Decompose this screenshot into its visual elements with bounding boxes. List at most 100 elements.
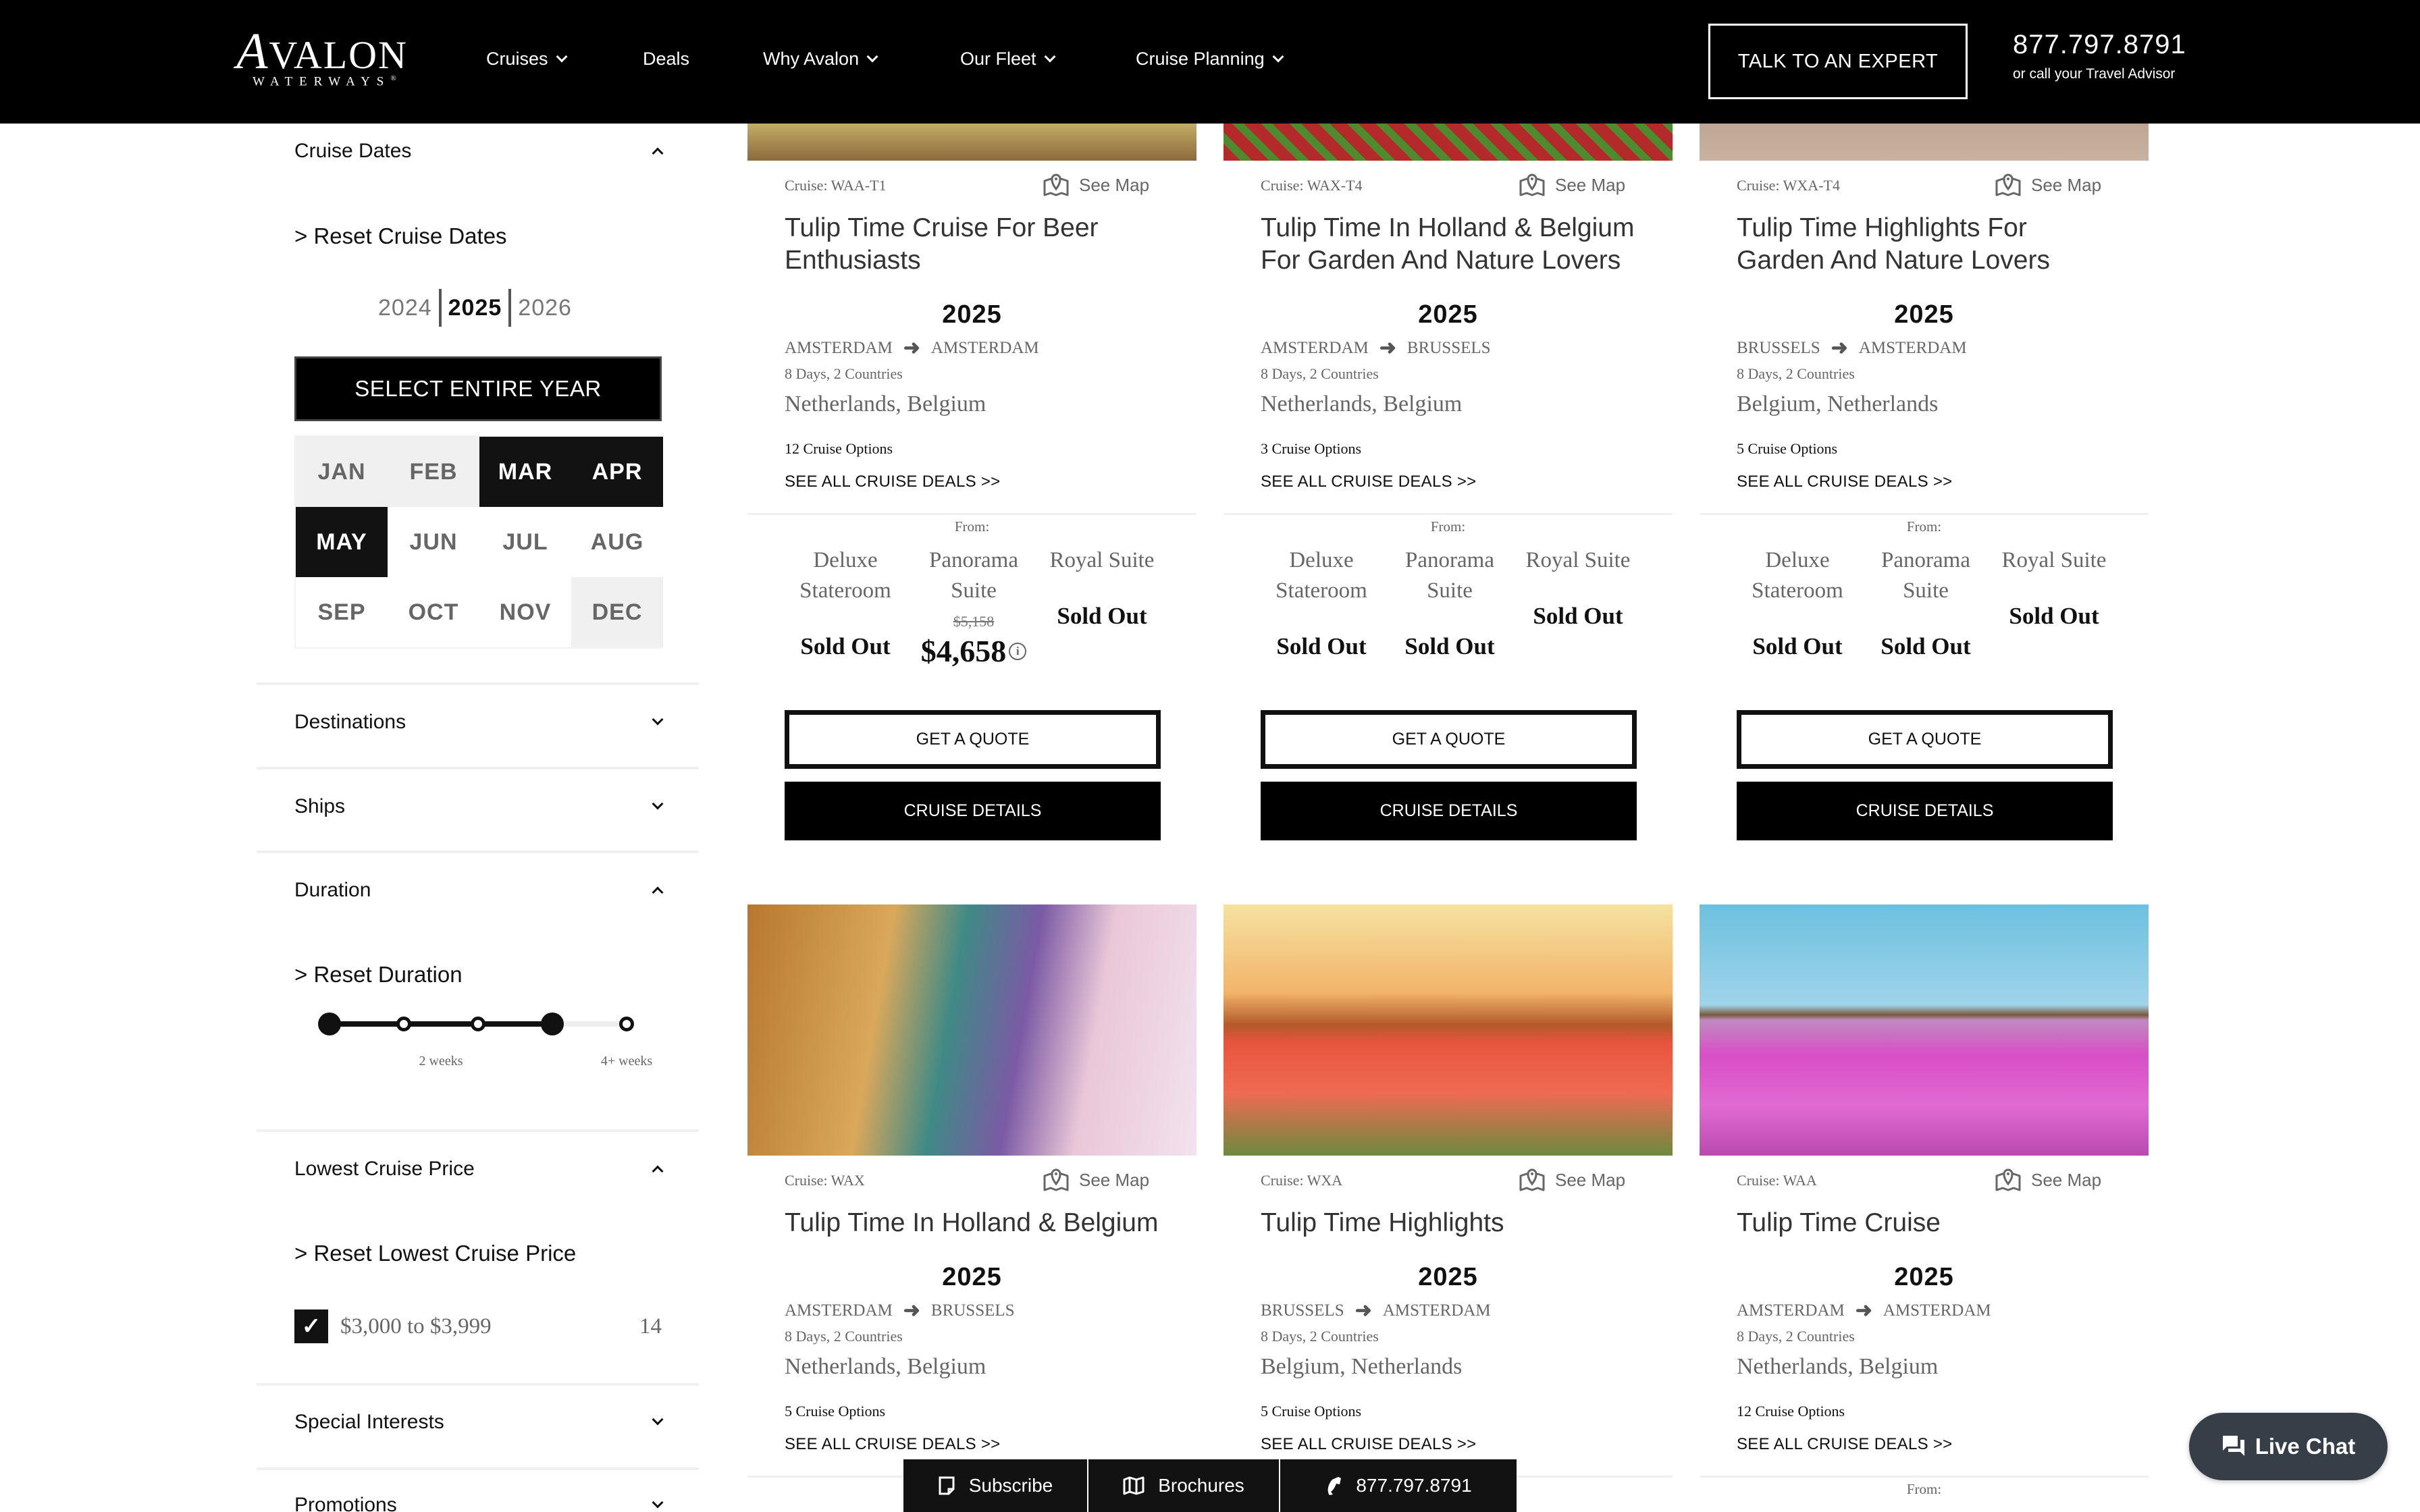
- cruise-card: Cruise: WAA See Map Tulip Time Cruise 2025 A…: [1700, 0, 2149, 1512]
- nav-why-avalon[interactable]: Why Avalon: [763, 49, 878, 70]
- route-from: AMSTERDAM: [785, 1301, 893, 1320]
- cruise-image[interactable]: [1224, 905, 1673, 1156]
- slider-step-dot[interactable]: [619, 1017, 634, 1031]
- header-phone[interactable]: 877.797.8791: [2013, 30, 2186, 60]
- cruise-duration: 8 Days, 2 Countries: [1737, 1328, 1855, 1345]
- cruise-route: AMSTERDAM ➜ AMSTERDAM: [1737, 1299, 1991, 1322]
- year-2026[interactable]: 2026: [511, 295, 579, 321]
- reset-cruise-dates-link[interactable]: > Reset Cruise Dates: [294, 223, 507, 249]
- avalon-logo[interactable]: AVALON WATERWAYS®: [236, 23, 419, 94]
- checkbox-checked-icon[interactable]: ✓: [294, 1310, 328, 1343]
- month-nov[interactable]: NOV: [479, 577, 571, 647]
- see-map-link[interactable]: See Map: [1995, 1168, 2101, 1192]
- chevron-down-icon: [1272, 51, 1284, 62]
- chevron-down-icon: [652, 1413, 664, 1426]
- route-to: AMSTERDAM: [1883, 1301, 1991, 1320]
- month-jul[interactable]: JUL: [479, 507, 571, 577]
- filter-duration-header[interactable]: Duration: [294, 879, 664, 902]
- cruise-route: AMSTERDAM ➜ BRUSSELS: [785, 1299, 1015, 1322]
- arrow-right-icon: ➜: [1354, 1299, 1372, 1322]
- month-may[interactable]: MAY: [296, 507, 388, 577]
- see-all-deals-link[interactable]: SEE ALL CRUISE DEALS >>: [1261, 1435, 1477, 1454]
- slider-step-dot[interactable]: [396, 1017, 411, 1031]
- select-entire-year-button[interactable]: SELECT ENTIRE YEAR: [294, 356, 662, 421]
- filter-lowest-price-header[interactable]: Lowest Cruise Price: [294, 1158, 664, 1181]
- month-sep[interactable]: SEP: [296, 577, 388, 647]
- route-to: BRUSSELS: [930, 1301, 1015, 1320]
- filter-destinations-header[interactable]: Destinations: [294, 711, 664, 734]
- subscribe-button[interactable]: Subscribe: [903, 1459, 1087, 1512]
- brochures-button[interactable]: Brochures: [1087, 1459, 1279, 1512]
- month-aug[interactable]: AUG: [571, 507, 663, 577]
- chevron-down-icon: [652, 798, 664, 810]
- month-mar[interactable]: MAR: [479, 437, 571, 507]
- cruise-code: Cruise: WXA: [1261, 1172, 1343, 1189]
- map-pin-icon: [1995, 1168, 2021, 1191]
- logo-wordmark: AVALON: [236, 23, 408, 80]
- cruise-card-body: Cruise: WAA See Map Tulip Time Cruise 2025 A…: [1700, 1168, 2149, 1512]
- chevron-down-icon: [1044, 51, 1056, 62]
- slider-min-handle[interactable]: [318, 1013, 341, 1035]
- duration-slider[interactable]: 2 weeks 4+ weeks: [316, 1008, 652, 1069]
- live-chat-button[interactable]: Live Chat: [2189, 1413, 2388, 1480]
- chevron-down-icon: [652, 1496, 664, 1509]
- cruise-year: 2025: [1418, 1263, 1478, 1291]
- filter-cruise-dates-header[interactable]: Cruise Dates: [294, 140, 664, 163]
- month-grid: JAN FEB MAR APR MAY JUN JUL AUG SEP OCT NOV DEC: [294, 435, 663, 649]
- year-selector: 2024 2025 2026: [371, 289, 579, 327]
- arrow-right-icon: ➜: [1855, 1299, 1872, 1322]
- see-map-link[interactable]: See Map: [1519, 1168, 1625, 1192]
- slider-step-dot[interactable]: [471, 1017, 485, 1031]
- cruise-title[interactable]: Tulip Time In Holland & Belgium: [785, 1207, 1169, 1239]
- month-jan[interactable]: JAN: [296, 437, 388, 507]
- month-apr[interactable]: APR: [571, 437, 663, 507]
- filter-promotions-header[interactable]: Promotions: [294, 1494, 664, 1512]
- map-pin-icon: [1519, 1168, 1545, 1191]
- divider: [257, 682, 699, 685]
- cruise-image[interactable]: [747, 905, 1196, 1156]
- chevron-down-icon: [556, 51, 568, 62]
- month-dec[interactable]: DEC: [571, 577, 663, 647]
- talk-to-expert-button[interactable]: TALK TO AN EXPERT: [1708, 24, 1968, 99]
- see-map-link[interactable]: See Map: [1043, 1168, 1149, 1192]
- year-2025[interactable]: 2025: [442, 295, 509, 321]
- map-pin-icon: [1043, 1168, 1069, 1191]
- divider: [257, 850, 699, 853]
- site-header: AVALON WATERWAYS® Cruises Deals Why Aval…: [0, 0, 2420, 124]
- month-feb[interactable]: FEB: [388, 437, 479, 507]
- logo-subtitle: WATERWAYS®: [253, 74, 396, 89]
- reset-duration-link[interactable]: > Reset Duration: [294, 962, 463, 988]
- price-range-option[interactable]: ✓ $3,000 to $3,999 14: [294, 1310, 662, 1343]
- sticky-bottom-bar: Subscribe Brochures 877.797.8791: [903, 1459, 1517, 1512]
- cruise-countries: Belgium, Netherlands: [1261, 1354, 1463, 1379]
- see-all-deals-link[interactable]: SEE ALL CRUISE DEALS >>: [785, 1435, 1001, 1454]
- filter-sidebar: Cruise Dates > Reset Cruise Dates 2024 2…: [257, 124, 699, 1512]
- divider: [257, 1383, 699, 1386]
- route-to: AMSTERDAM: [1382, 1301, 1491, 1320]
- month-oct[interactable]: OCT: [388, 577, 479, 647]
- nav-cruises[interactable]: Cruises: [486, 49, 568, 70]
- see-map-label: See Map: [1079, 1169, 1150, 1190]
- cruise-title[interactable]: Tulip Time Highlights: [1261, 1207, 1646, 1239]
- bottom-phone-button[interactable]: 877.797.8791: [1279, 1459, 1517, 1512]
- route-from: AMSTERDAM: [1737, 1301, 1845, 1320]
- filter-special-interests-header[interactable]: Special Interests: [294, 1411, 664, 1434]
- cruise-route: BRUSSELS ➜ AMSTERDAM: [1261, 1299, 1491, 1322]
- nav-cruise-planning[interactable]: Cruise Planning: [1136, 49, 1284, 70]
- slider-max-handle[interactable]: [541, 1013, 564, 1035]
- reset-lowest-price-link[interactable]: > Reset Lowest Cruise Price: [294, 1241, 576, 1266]
- chevron-down-icon: [652, 713, 664, 726]
- cruise-code: Cruise: WAA: [1737, 1172, 1817, 1189]
- see-all-deals-link[interactable]: SEE ALL CRUISE DEALS >>: [1737, 1435, 1953, 1454]
- filter-ships-header[interactable]: Ships: [294, 795, 664, 818]
- nav-our-fleet[interactable]: Our Fleet: [960, 49, 1056, 70]
- month-jun[interactable]: JUN: [388, 507, 479, 577]
- divider: [257, 767, 699, 770]
- cruise-year: 2025: [1894, 1263, 1954, 1291]
- year-2024[interactable]: 2024: [371, 295, 439, 321]
- cruise-code: Cruise: WAX: [785, 1172, 865, 1189]
- cruise-countries: Netherlands, Belgium: [785, 1354, 987, 1379]
- cruise-image[interactable]: [1700, 905, 2149, 1156]
- nav-deals[interactable]: Deals: [643, 49, 689, 70]
- cruise-title[interactable]: Tulip Time Cruise: [1737, 1207, 2122, 1239]
